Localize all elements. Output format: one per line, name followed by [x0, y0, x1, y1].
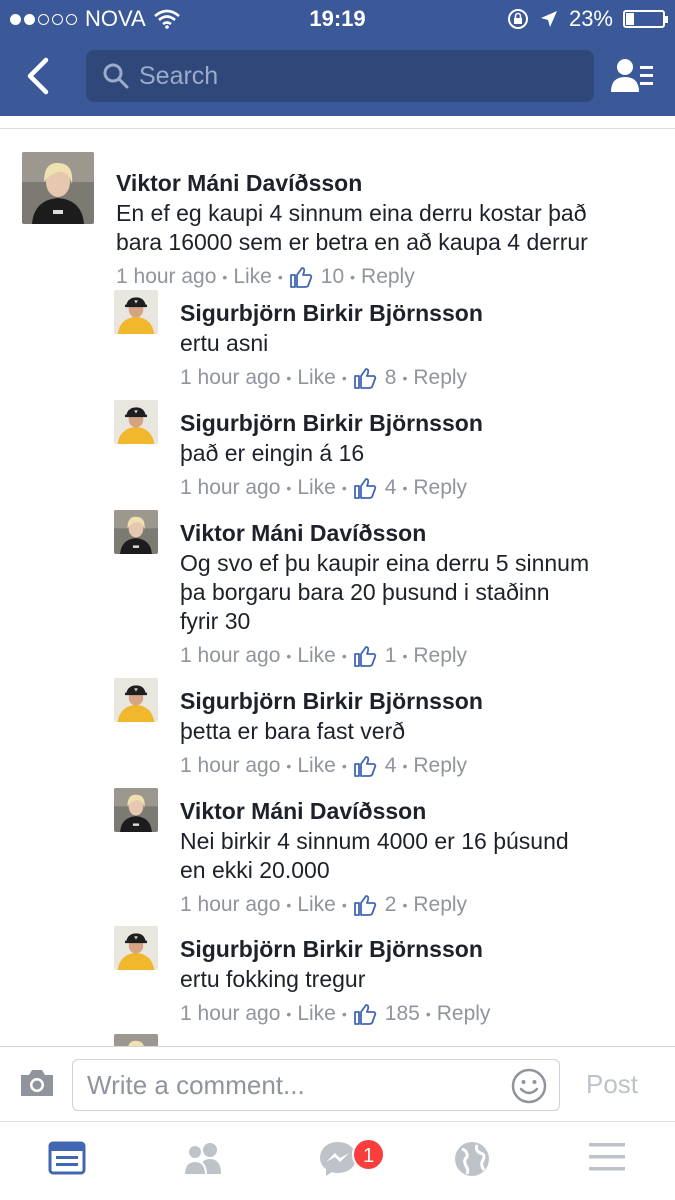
reply-button[interactable]: Reply [413, 476, 467, 500]
comment-timestamp: 1 hour ago [180, 476, 281, 499]
comment-meta: 1 hour ago • Like • 4 • Reply [180, 754, 468, 778]
reply-button[interactable]: Reply [437, 1002, 491, 1026]
reply-button[interactable]: Reply [361, 265, 415, 289]
tab-bar: 1 [0, 1121, 675, 1200]
like-count[interactable]: 4 [385, 754, 397, 778]
commenter-name[interactable]: Sigurbjörn Birkir Björnsson [180, 410, 483, 437]
commenter-name[interactable]: Viktor Máni Davíðsson [116, 170, 362, 197]
comment-timestamp: 1 hour ago [180, 366, 281, 389]
comment-timestamp: 1 hour ago [116, 265, 217, 288]
commenter-name[interactable]: Sigurbjörn Birkir Björnsson [180, 300, 483, 327]
thumbs-up-icon [353, 478, 376, 499]
like-button[interactable]: Like [297, 754, 336, 778]
comment-meta: 1 hour ago • Like • 10 • Reply [116, 265, 415, 289]
friend-list-icon [611, 59, 653, 92]
location-arrow-icon [540, 11, 557, 27]
comment-timestamp: 1 hour ago [180, 644, 281, 667]
status-bar: NOVA 19:19 23% [0, 0, 675, 38]
comment-text: ertu asni [180, 330, 269, 356]
comment-text: Nei birkir 4 sinnum 4000 er 16 þúsund en… [180, 828, 569, 883]
friends-list-button[interactable] [611, 56, 655, 101]
post-button[interactable]: Post [586, 1069, 638, 1100]
like-count[interactable]: 1 [385, 644, 397, 668]
like-button[interactable]: Like [297, 1002, 336, 1026]
like-count[interactable]: 185 [385, 1002, 420, 1026]
back-button[interactable] [24, 56, 60, 96]
thumbs-up-icon [353, 1004, 376, 1025]
comment-meta: 1 hour ago • Like • 1 • Reply [180, 644, 468, 668]
commenter-name[interactable]: Sigurbjörn Birkir Björnsson [180, 936, 483, 963]
thumbs-up-icon [353, 646, 376, 667]
camera-icon [21, 1070, 53, 1096]
camera-button[interactable] [18, 1067, 56, 1104]
thumbs-up-icon [289, 267, 312, 288]
avatar[interactable] [114, 1034, 158, 1046]
search-icon [103, 63, 129, 89]
avatar[interactable] [114, 926, 158, 970]
tab-news-feed[interactable] [48, 1140, 86, 1181]
like-count[interactable]: 4 [385, 476, 397, 500]
battery-percent: 23% [568, 6, 613, 31]
search-input[interactable]: Search [86, 50, 594, 102]
comment-meta: 1 hour ago • Like • 4 • Reply [180, 476, 468, 500]
comment-input[interactable]: Write a comment... [72, 1059, 560, 1111]
news-feed-icon [48, 1141, 86, 1175]
thumbs-up-icon [353, 368, 376, 389]
comment-text: Og svo ef þu kaupir eina derru 5 sinnum … [180, 550, 590, 634]
comment-text: En ef eg kaupi 4 sinnum eina derru kosta… [116, 200, 588, 255]
avatar[interactable] [22, 152, 94, 224]
comment-placeholder: Write a comment... [87, 1070, 305, 1100]
comment-timestamp: 1 hour ago [180, 893, 281, 916]
avatar[interactable] [114, 678, 158, 722]
like-count[interactable]: 10 [321, 265, 344, 289]
like-button[interactable]: Like [233, 265, 272, 289]
hamburger-menu-icon [589, 1143, 625, 1171]
comment-text: ertu fokking tregur [180, 966, 366, 992]
like-count[interactable]: 8 [385, 366, 397, 390]
like-button[interactable]: Like [297, 476, 336, 500]
commenter-name[interactable]: Sigurbjörn Birkir Björnsson [180, 688, 483, 715]
tab-menu[interactable] [588, 1140, 626, 1179]
comment-text: það er eingin á 16 [180, 440, 365, 466]
comment-composer: Write a comment... Post [0, 1046, 675, 1121]
commenter-name[interactable]: Viktor Máni Davíðsson [180, 520, 426, 547]
chevron-left-icon [27, 57, 49, 95]
avatar[interactable] [114, 400, 158, 444]
like-count[interactable]: 2 [385, 893, 397, 917]
reply-button[interactable]: Reply [413, 754, 467, 778]
status-indicators: 23% [507, 6, 668, 32]
tab-messenger[interactable] [318, 1140, 358, 1183]
globe-icon [455, 1142, 489, 1176]
thumbs-up-icon [353, 895, 376, 916]
navigation-bar: Search [0, 38, 675, 116]
comment-meta: 1 hour ago • Like • 2 • Reply [180, 893, 468, 917]
reply-button[interactable]: Reply [413, 366, 467, 390]
emoji-icon[interactable] [511, 1068, 547, 1104]
battery-icon [623, 10, 668, 28]
comment-thread[interactable]: Viktor Máni Davíðsson En ef eg kaupi 4 si… [0, 130, 675, 1046]
comment-timestamp: 1 hour ago [180, 1002, 281, 1025]
tab-friend-requests[interactable] [182, 1140, 224, 1181]
comment-meta: 1 hour ago • Like • 185 • Reply [180, 1002, 491, 1026]
comment-meta: 1 hour ago • Like • 8 • Reply [180, 366, 468, 390]
tab-notifications[interactable] [453, 1140, 491, 1183]
like-button[interactable]: Like [297, 644, 336, 668]
comment-text: þetta er bara fast verð [180, 718, 406, 744]
reply-button[interactable]: Reply [413, 644, 467, 668]
divider [0, 128, 675, 129]
like-button[interactable]: Like [297, 893, 336, 917]
avatar[interactable] [114, 788, 158, 832]
avatar[interactable] [114, 510, 158, 554]
thumbs-up-icon [353, 756, 376, 777]
comment-timestamp: 1 hour ago [180, 754, 281, 777]
friends-icon [182, 1143, 221, 1176]
search-placeholder: Search [139, 62, 219, 90]
avatar[interactable] [114, 290, 158, 334]
commenter-name[interactable]: Viktor Máni Davíðsson [180, 798, 426, 825]
messenger-badge: 1 [352, 1138, 385, 1171]
reply-button[interactable]: Reply [413, 893, 467, 917]
rotation-lock-icon [507, 9, 528, 29]
like-button[interactable]: Like [297, 366, 336, 390]
